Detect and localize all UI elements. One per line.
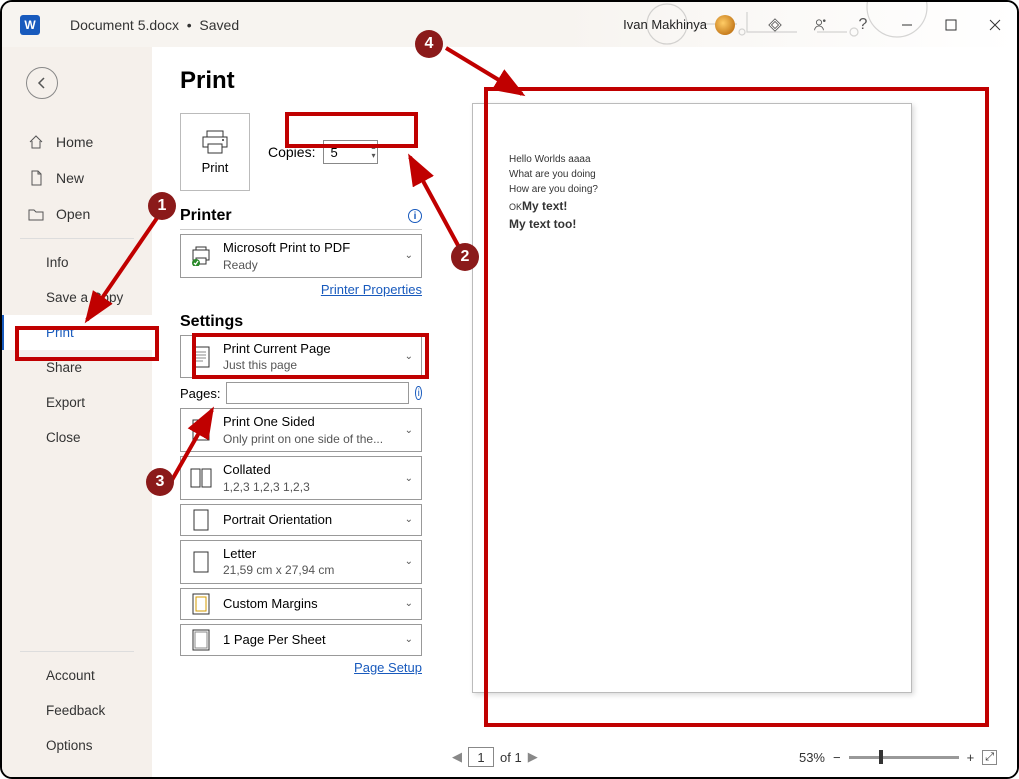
margins-dropdown[interactable]: Custom Margins ⌄: [180, 588, 422, 620]
pages-per-sheet-dropdown[interactable]: 1 Page Per Sheet ⌄: [180, 624, 422, 656]
zoom-fit-button[interactable]: ⤢: [982, 750, 997, 765]
settings-section-heading: Settings: [180, 313, 243, 331]
margins-icon: [192, 593, 210, 615]
user-avatar[interactable]: [715, 15, 735, 35]
backstage-sidebar: Home New Open Info Save a Copy Print Sha…: [2, 47, 152, 777]
page-number-input[interactable]: 1: [468, 747, 494, 767]
info-icon[interactable]: i: [408, 209, 422, 223]
page-preview: Hello Worlds aaaa What are you doing How…: [472, 103, 912, 693]
sheet-icon: [192, 629, 210, 651]
sidebar-item-account[interactable]: Account: [2, 658, 152, 693]
page-icon: [192, 346, 210, 368]
sidebar-item-print[interactable]: Print: [2, 315, 152, 350]
sidebar-item-save-copy[interactable]: Save a Copy: [2, 280, 152, 315]
paper-size-dropdown[interactable]: Letter21,59 cm x 27,94 cm ⌄: [180, 540, 422, 584]
sidebar-item-share[interactable]: Share: [2, 350, 152, 385]
help-icon[interactable]: ?: [841, 2, 885, 47]
user-name[interactable]: Ivan Makhinya: [623, 17, 707, 32]
collated-dropdown[interactable]: Collated1,2,3 1,2,3 1,2,3 ⌄: [180, 456, 422, 500]
info-icon[interactable]: i: [415, 386, 422, 400]
print-button[interactable]: Print: [180, 113, 250, 191]
chevron-down-icon: ⌄: [405, 634, 413, 645]
printer-icon: [201, 130, 229, 154]
printer-dropdown[interactable]: Microsoft Print to PDFReady ⌄: [180, 234, 422, 278]
document-title: Document 5.docx • Saved: [70, 17, 239, 33]
sidebar-item-export[interactable]: Export: [2, 385, 152, 420]
sidebar-item-home[interactable]: Home: [2, 124, 152, 160]
share-icon[interactable]: [797, 2, 841, 47]
portrait-icon: [193, 509, 209, 531]
chevron-down-icon: ⌄: [405, 425, 413, 436]
page-heading: Print: [180, 67, 422, 95]
print-preview-panel: Hello Worlds aaaa What are you doing How…: [432, 47, 1017, 777]
premium-icon[interactable]: [753, 2, 797, 47]
paper-icon: [193, 551, 209, 573]
copies-value: 5: [330, 145, 337, 160]
word-app-icon: W: [20, 15, 40, 35]
chevron-down-icon: ⌄: [405, 250, 413, 261]
collated-icon: [190, 468, 212, 488]
one-sided-icon: [192, 419, 210, 441]
back-button[interactable]: [26, 67, 58, 99]
sidebar-item-options[interactable]: Options: [2, 728, 152, 763]
sided-dropdown[interactable]: Print One SidedOnly print on one side of…: [180, 408, 422, 452]
prev-page-button[interactable]: ◀: [452, 749, 462, 765]
chevron-down-icon: ⌄: [405, 351, 413, 362]
preview-footer: ◀ 1 of 1 ▶ 53% − + ⤢: [432, 747, 1017, 767]
home-icon: [28, 134, 44, 150]
next-page-button[interactable]: ▶: [528, 749, 538, 765]
zoom-slider[interactable]: [849, 756, 959, 759]
title-bar: W Document 5.docx • Saved Ivan Makhinya …: [2, 2, 1017, 47]
chevron-down-icon: ⌄: [405, 598, 413, 609]
print-settings-panel: Print Print Copies: 5▴▾ Printer i Microso…: [152, 47, 432, 777]
minimize-button[interactable]: [885, 2, 929, 47]
printer-ready-icon: [190, 246, 212, 266]
page-of-label: of 1: [500, 750, 522, 765]
chevron-down-icon: ⌄: [405, 514, 413, 525]
sidebar-item-info[interactable]: Info: [2, 245, 152, 280]
maximize-button[interactable]: [929, 2, 973, 47]
copies-label: Copies:: [268, 144, 315, 160]
sidebar-item-feedback[interactable]: Feedback: [2, 693, 152, 728]
zoom-out-button[interactable]: −: [833, 750, 841, 765]
chevron-down-icon: ⌄: [405, 556, 413, 567]
chevron-down-icon: ⌄: [405, 473, 413, 484]
sidebar-item-open[interactable]: Open: [2, 196, 152, 232]
folder-icon: [28, 206, 44, 222]
pages-label: Pages:: [180, 386, 220, 401]
zoom-percent: 53%: [799, 750, 825, 765]
zoom-in-button[interactable]: +: [967, 750, 975, 765]
sidebar-item-new[interactable]: New: [2, 160, 152, 196]
orientation-dropdown[interactable]: Portrait Orientation ⌄: [180, 504, 422, 536]
printer-properties-link[interactable]: Printer Properties: [321, 282, 422, 297]
printer-section-heading: Printer: [180, 207, 232, 225]
print-what-dropdown[interactable]: Print Current PageJust this page ⌄: [180, 335, 422, 379]
sidebar-item-close[interactable]: Close: [2, 420, 152, 455]
close-button[interactable]: [973, 2, 1017, 47]
copies-spinner[interactable]: 5▴▾: [323, 140, 378, 164]
file-icon: [28, 170, 44, 186]
pages-input[interactable]: [226, 382, 409, 404]
page-setup-link[interactable]: Page Setup: [354, 660, 422, 675]
